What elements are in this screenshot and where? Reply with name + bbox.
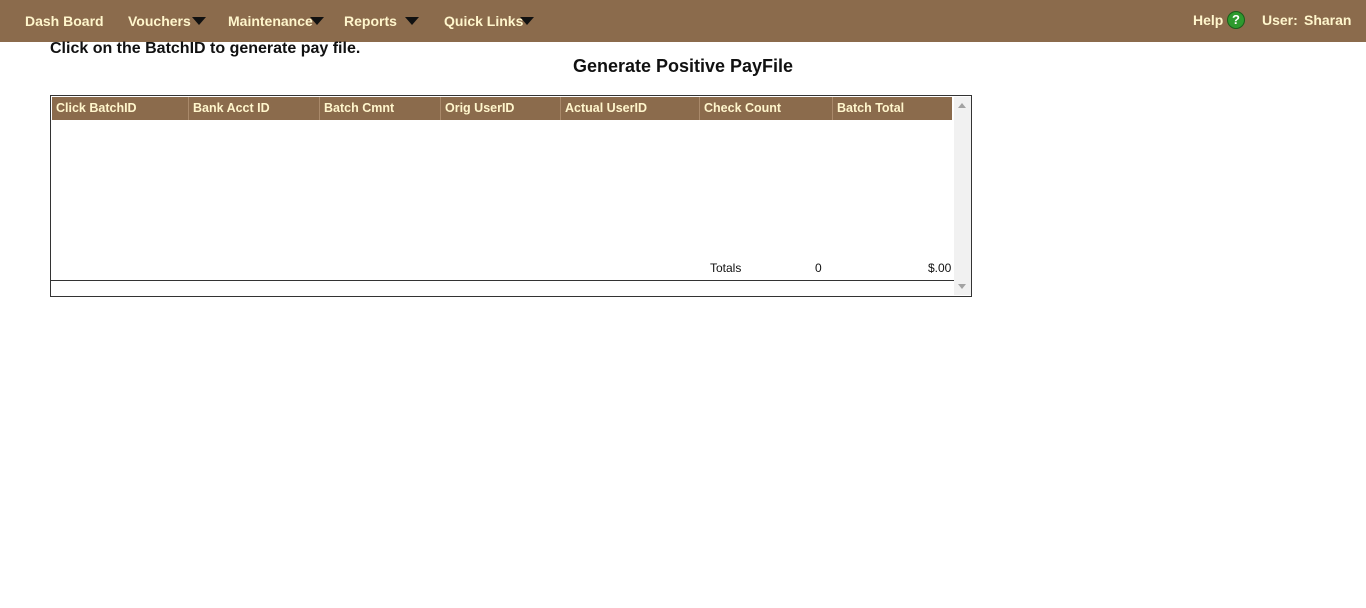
- nav-vouchers[interactable]: Vouchers: [128, 13, 191, 29]
- vertical-scrollbar[interactable]: [954, 97, 971, 295]
- column-header-actual-userid[interactable]: Actual UserID: [561, 97, 700, 120]
- table-body: [52, 120, 952, 260]
- column-header-batch-total[interactable]: Batch Total: [833, 97, 952, 120]
- table-footer-divider: [51, 280, 971, 281]
- totals-check-count: 0: [815, 261, 822, 275]
- vouchers-chevron-down-icon[interactable]: [192, 17, 206, 25]
- quick-links-chevron-down-icon[interactable]: [520, 17, 534, 25]
- totals-label: Totals: [710, 261, 742, 275]
- scroll-up-arrow-icon[interactable]: [958, 103, 966, 108]
- totals-batch-total: $.00: [928, 261, 952, 275]
- help-link[interactable]: Help: [1193, 12, 1223, 28]
- top-navigation-bar: Dash Board Vouchers Maintenance Reports …: [0, 0, 1366, 42]
- table-header: Click BatchID Bank Acct ID Batch Cmnt Or…: [52, 97, 952, 120]
- nav-maintenance[interactable]: Maintenance: [228, 13, 313, 29]
- nav-dashboard[interactable]: Dash Board: [25, 13, 104, 29]
- column-header-check-count[interactable]: Check Count: [700, 97, 833, 120]
- maintenance-chevron-down-icon[interactable]: [310, 17, 324, 25]
- user-name: Sharan: [1304, 12, 1352, 28]
- user-label: User:: [1262, 12, 1298, 28]
- reports-chevron-down-icon[interactable]: [405, 17, 419, 25]
- page-title: Generate Positive PayFile: [572, 56, 794, 76]
- help-icon[interactable]: ?: [1227, 11, 1245, 29]
- column-header-bank-acct-id[interactable]: Bank Acct ID: [189, 97, 320, 120]
- column-header-orig-userid[interactable]: Orig UserID: [441, 97, 561, 120]
- nav-quick-links[interactable]: Quick Links: [444, 13, 523, 29]
- column-header-click-batchid[interactable]: Click BatchID: [52, 97, 189, 120]
- column-header-batch-cmnt[interactable]: Batch Cmnt: [320, 97, 441, 120]
- nav-reports[interactable]: Reports: [344, 13, 397, 29]
- scroll-down-arrow-icon[interactable]: [958, 284, 966, 289]
- batch-table: Click BatchID Bank Acct ID Batch Cmnt Or…: [50, 95, 972, 297]
